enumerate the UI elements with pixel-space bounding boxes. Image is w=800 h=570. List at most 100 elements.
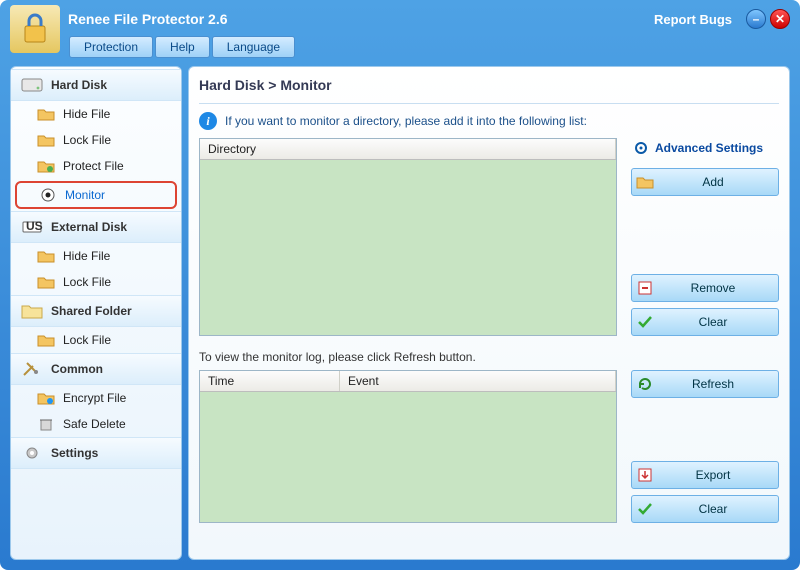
info-icon: i bbox=[199, 112, 217, 130]
sidebar-header-settings[interactable]: Settings bbox=[11, 437, 181, 469]
gear-icon bbox=[633, 140, 649, 156]
spacer bbox=[631, 202, 779, 268]
directory-buttons: Advanced Settings Add Remove Clear bbox=[631, 138, 779, 336]
refresh-button[interactable]: Refresh bbox=[631, 370, 779, 398]
button-label: Clear bbox=[658, 502, 778, 516]
button-label: Clear bbox=[658, 315, 778, 329]
folder-protect-icon bbox=[37, 158, 55, 174]
advanced-settings-link[interactable]: Advanced Settings bbox=[631, 138, 779, 162]
directory-panel: Directory bbox=[199, 138, 617, 336]
sidebar-item-ext-hide-file[interactable]: Hide File bbox=[11, 243, 181, 269]
log-panel: Time Event bbox=[199, 370, 617, 523]
sidebar-header-label: Common bbox=[51, 362, 103, 376]
clear-log-button[interactable]: Clear bbox=[631, 495, 779, 523]
directory-tbody[interactable] bbox=[200, 160, 616, 335]
folder-add-icon bbox=[632, 174, 658, 190]
trash-icon bbox=[37, 416, 55, 432]
export-icon bbox=[632, 467, 658, 483]
sidebar-item-label: Encrypt File bbox=[63, 391, 126, 405]
lower-row: Time Event Refresh Export bbox=[199, 370, 779, 523]
log-note: To view the monitor log, please click Re… bbox=[199, 350, 779, 364]
log-table[interactable]: Time Event bbox=[199, 370, 617, 523]
app-window: Renee File Protector 2.6 Report Bugs – ✕… bbox=[0, 0, 800, 570]
sidebar-header-common[interactable]: Common bbox=[11, 353, 181, 385]
titlebar: Renee File Protector 2.6 Report Bugs – ✕ bbox=[4, 4, 796, 34]
sidebar-item-label: Lock File bbox=[63, 133, 111, 147]
sidebar-item-lock-file[interactable]: Lock File bbox=[11, 127, 181, 153]
sidebar-item-label: Safe Delete bbox=[63, 417, 126, 431]
tools-icon bbox=[21, 360, 43, 378]
shared-folder-icon bbox=[21, 302, 43, 320]
menu-protection[interactable]: Protection bbox=[69, 36, 153, 58]
remove-icon bbox=[632, 280, 658, 296]
upper-row: Directory Advanced Settings Add bbox=[199, 138, 779, 336]
button-label: Refresh bbox=[658, 377, 778, 391]
advanced-settings-label: Advanced Settings bbox=[655, 141, 763, 155]
directory-table[interactable]: Directory bbox=[199, 138, 617, 336]
button-label: Add bbox=[658, 175, 778, 189]
main-panel: Hard Disk > Monitor i If you want to mon… bbox=[188, 66, 790, 560]
check-icon bbox=[632, 314, 658, 330]
body: Hard Disk Hide File Lock File Protect Fi… bbox=[4, 60, 796, 566]
close-button[interactable]: ✕ bbox=[770, 9, 790, 29]
column-event[interactable]: Event bbox=[340, 371, 616, 391]
sidebar-item-label: Hide File bbox=[63, 107, 110, 121]
report-bugs-link[interactable]: Report Bugs bbox=[654, 12, 732, 27]
svg-text:USB: USB bbox=[26, 219, 43, 233]
breadcrumb: Hard Disk > Monitor bbox=[199, 73, 779, 104]
usb-icon: USB bbox=[21, 218, 43, 236]
log-tbody[interactable] bbox=[200, 392, 616, 522]
log-buttons: Refresh Export Clear bbox=[631, 370, 779, 523]
sidebar-item-encrypt-file[interactable]: Encrypt File bbox=[11, 385, 181, 411]
sidebar-item-label: Lock File bbox=[63, 275, 111, 289]
sidebar-header-label: Hard Disk bbox=[51, 78, 107, 92]
folder-encrypt-icon bbox=[37, 390, 55, 406]
minimize-button[interactable]: – bbox=[746, 9, 766, 29]
sidebar-header-label: Settings bbox=[51, 446, 98, 460]
spacer bbox=[631, 404, 779, 455]
sidebar-item-monitor[interactable]: Monitor bbox=[15, 181, 177, 209]
column-directory[interactable]: Directory bbox=[200, 139, 616, 159]
menu-language[interactable]: Language bbox=[212, 36, 295, 58]
sidebar-item-safe-delete[interactable]: Safe Delete bbox=[11, 411, 181, 437]
app-title: Renee File Protector 2.6 bbox=[68, 11, 654, 27]
refresh-icon bbox=[632, 376, 658, 392]
app-logo bbox=[10, 5, 60, 53]
hint-text: If you want to monitor a directory, plea… bbox=[225, 114, 587, 128]
export-button[interactable]: Export bbox=[631, 461, 779, 489]
sidebar-header-external-disk[interactable]: USB External Disk bbox=[11, 211, 181, 243]
sidebar-item-label: Lock File bbox=[63, 333, 111, 347]
folder-lock-icon bbox=[37, 132, 55, 148]
sidebar-item-label: Protect File bbox=[63, 159, 124, 173]
folder-shield-icon bbox=[37, 248, 55, 264]
add-button[interactable]: Add bbox=[631, 168, 779, 196]
menu-help[interactable]: Help bbox=[155, 36, 210, 58]
remove-button[interactable]: Remove bbox=[631, 274, 779, 302]
gear-icon bbox=[21, 444, 43, 462]
menubar: Protection Help Language bbox=[4, 34, 796, 60]
sidebar: Hard Disk Hide File Lock File Protect Fi… bbox=[10, 66, 182, 560]
folder-lock-icon bbox=[37, 274, 55, 290]
folder-shield-icon bbox=[37, 106, 55, 122]
sidebar-header-shared-folder[interactable]: Shared Folder bbox=[11, 295, 181, 327]
sidebar-item-protect-file[interactable]: Protect File bbox=[11, 153, 181, 179]
hint-row: i If you want to monitor a directory, pl… bbox=[199, 112, 779, 130]
folder-lock-icon bbox=[37, 332, 55, 348]
button-label: Export bbox=[658, 468, 778, 482]
clear-dir-button[interactable]: Clear bbox=[631, 308, 779, 336]
hard-disk-icon bbox=[21, 76, 43, 94]
column-time[interactable]: Time bbox=[200, 371, 340, 391]
check-icon bbox=[632, 501, 658, 517]
table-header: Time Event bbox=[200, 371, 616, 392]
sidebar-item-label: Monitor bbox=[65, 188, 105, 202]
sidebar-header-label: Shared Folder bbox=[51, 304, 132, 318]
sidebar-item-hide-file[interactable]: Hide File bbox=[11, 101, 181, 127]
sidebar-header-label: External Disk bbox=[51, 220, 127, 234]
sidebar-item-shared-lock-file[interactable]: Lock File bbox=[11, 327, 181, 353]
table-header: Directory bbox=[200, 139, 616, 160]
monitor-icon bbox=[39, 187, 57, 203]
sidebar-header-hard-disk[interactable]: Hard Disk bbox=[11, 69, 181, 101]
sidebar-item-ext-lock-file[interactable]: Lock File bbox=[11, 269, 181, 295]
button-label: Remove bbox=[658, 281, 778, 295]
lock-icon bbox=[21, 12, 49, 46]
